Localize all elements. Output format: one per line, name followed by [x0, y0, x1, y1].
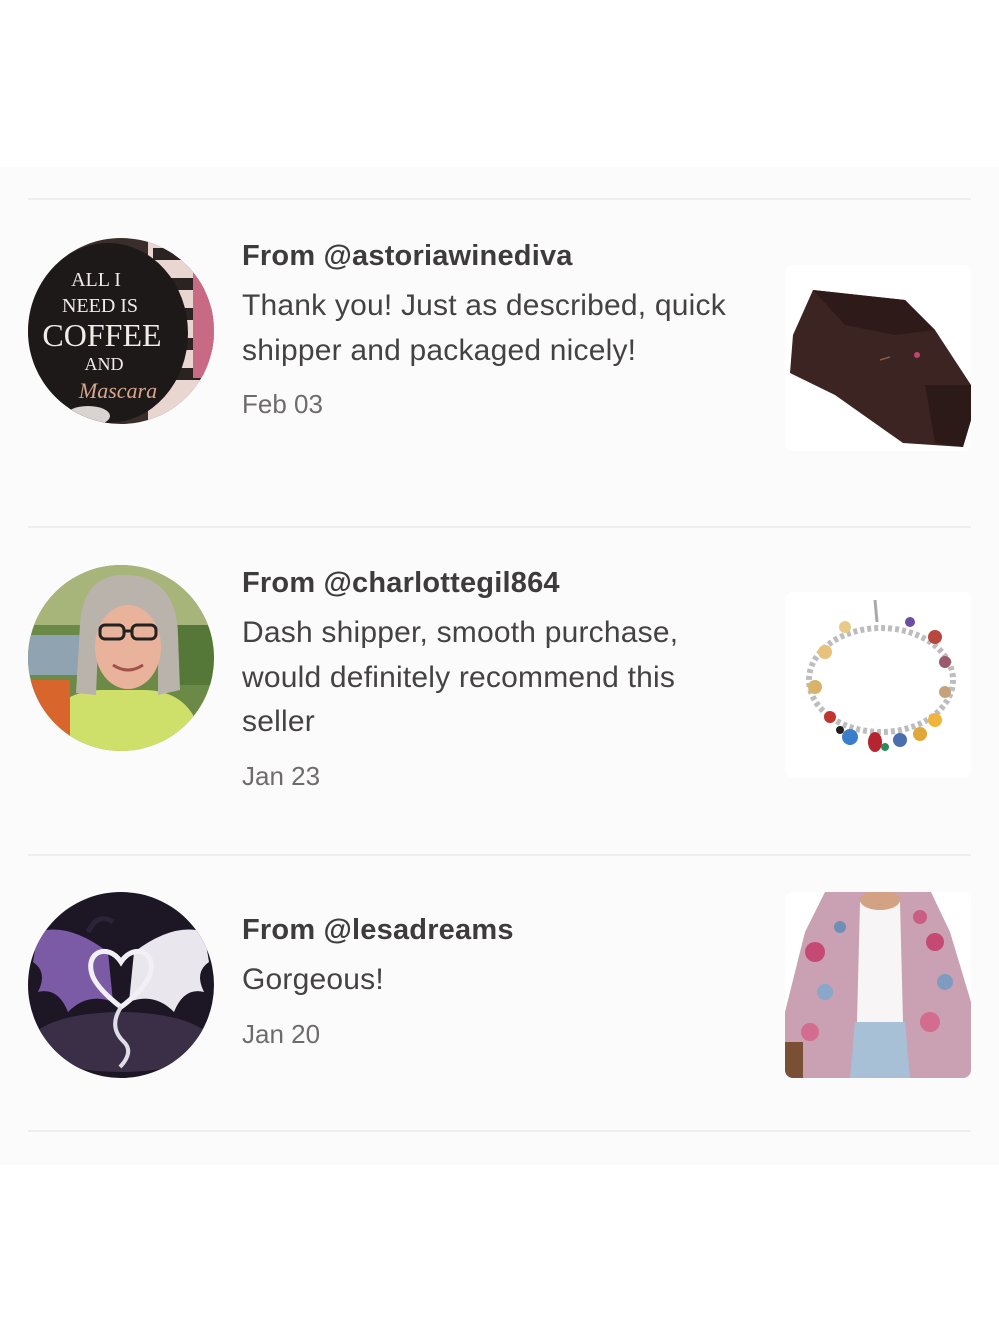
brown-scarf-icon	[785, 265, 971, 451]
item-thumbnail[interactable]	[785, 592, 971, 778]
review-comment: Thank you! Just as described, quick ship…	[242, 289, 726, 367]
reviewer-avatar[interactable]	[28, 565, 214, 751]
avatar-text-line5: Mascara	[78, 378, 157, 403]
reviewer-avatar[interactable]	[28, 892, 214, 1078]
review-comment: Dash shipper, smooth purchase, would def…	[242, 616, 679, 738]
charm-bracelet-icon	[785, 592, 971, 778]
review-date: Feb 03	[242, 389, 323, 419]
dragon-heart-avatar-icon	[28, 892, 214, 1078]
review-comment: Gorgeous!	[242, 963, 384, 996]
divider	[28, 854, 971, 856]
review-text: From @astoriawinediva Thank you! Just as…	[242, 238, 742, 421]
divider	[28, 526, 971, 528]
divider	[28, 198, 971, 200]
reviewer-username[interactable]: From @lesadreams	[242, 912, 742, 948]
coffee-mug-avatar-icon: ALL I NEED IS COFFEE AND Mascara	[28, 238, 214, 424]
review-text: From @lesadreams Gorgeous! Jan 20	[242, 912, 742, 1051]
item-thumbnail[interactable]	[785, 892, 971, 1078]
review-date: Jan 23	[242, 760, 321, 791]
reviewer-username[interactable]: From @astoriawinediva	[242, 238, 742, 274]
woman-portrait-avatar-icon	[28, 565, 214, 751]
review-text: From @charlottegil864 Dash shipper, smoo…	[242, 565, 742, 793]
reviewer-username[interactable]: From @charlottegil864	[242, 565, 742, 601]
divider	[28, 1130, 971, 1132]
avatar-text-line1: ALL I	[71, 269, 121, 291]
avatar-text-line2: NEED IS	[62, 295, 138, 317]
floral-kimono-icon	[785, 892, 971, 1078]
item-thumbnail[interactable]	[785, 265, 971, 451]
avatar-text-line3: COFFEE	[42, 317, 161, 353]
reviewer-avatar[interactable]: ALL I NEED IS COFFEE AND Mascara	[28, 238, 214, 424]
avatar-text-line4: AND	[85, 354, 124, 374]
review-date: Jan 20	[242, 1018, 321, 1049]
